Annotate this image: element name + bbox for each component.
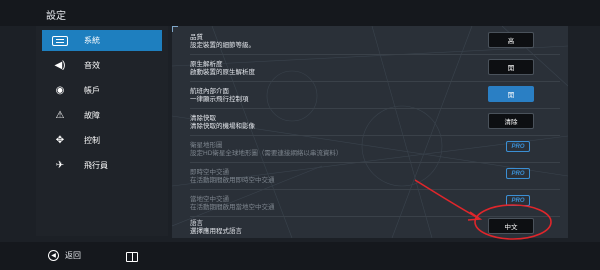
- top-bar: 設定: [0, 0, 600, 26]
- setting-description: 清除快取的機場和影像: [190, 123, 255, 130]
- setting-row-language: 語言 選擇應用程式語言 中文: [190, 215, 560, 238]
- setting-description: 在活動期間啟用當地空中交通: [190, 204, 275, 211]
- speaker-icon: ◀): [54, 60, 66, 71]
- setting-row-inflight-ui: 航班內部介面 一律顯示飛行控制項 開: [190, 83, 560, 109]
- warning-icon: ⚠: [55, 110, 65, 121]
- sidebar-item-label: 控制: [84, 136, 100, 145]
- bottom-bar: ◀ 返回: [0, 242, 600, 270]
- account-icon: ◉: [55, 85, 65, 96]
- pilot-icon: ✈: [55, 160, 65, 171]
- sidebar-item-label: 音效: [84, 61, 100, 70]
- setting-description: 在活動期間啟用即時空中交通: [190, 177, 275, 184]
- setting-row-satellite-terrain: 衛星地形圖 設定HD衛星全球地形圖（需要連接網絡以串流資料） PRO: [190, 137, 560, 163]
- pro-badge[interactable]: PRO: [506, 168, 530, 179]
- quality-button[interactable]: 高: [488, 32, 534, 48]
- language-select[interactable]: 中文: [488, 218, 534, 234]
- page-title: 設定: [46, 11, 66, 22]
- sidebar: 系統 ◀) 音效 ◉ 帳戶 ⚠ 故障 ✥ 控制 ✈ 飛行員: [36, 26, 168, 236]
- setting-row-quality: 品質 設定裝置的細節等級。 高: [190, 29, 560, 55]
- sidebar-item-label: 故障: [84, 111, 100, 120]
- sidebar-item-label: 飛行員: [84, 161, 108, 170]
- scroll-indicator: [172, 26, 178, 32]
- native-resolution-toggle[interactable]: 開: [488, 59, 534, 75]
- setting-row-clear-cache: 清除快取 清除快取的機場和影像 清除: [190, 110, 560, 136]
- back-label: 返回: [65, 251, 81, 260]
- pro-badge[interactable]: PRO: [506, 195, 530, 206]
- setting-description: 選擇應用程式語言: [190, 228, 242, 235]
- clear-cache-button[interactable]: 清除: [488, 113, 534, 129]
- setting-description: 啟動裝置的原生解析度: [190, 69, 255, 76]
- back-arrow-icon: ◀: [48, 250, 59, 261]
- back-button[interactable]: ◀ 返回: [48, 250, 81, 261]
- sidebar-item-label: 帳戶: [84, 86, 100, 95]
- sidebar-item-controls[interactable]: ✥ 控制: [42, 130, 162, 151]
- sidebar-item-system[interactable]: 系統: [42, 30, 162, 51]
- sidebar-item-failure[interactable]: ⚠ 故障: [42, 105, 162, 126]
- setting-description: 一律顯示飛行控制項: [190, 96, 249, 103]
- settings-panel[interactable]: 品質 設定裝置的細節等級。 高 原生解析度 啟動裝置的原生解析度 開 航班內部介…: [172, 26, 568, 238]
- setting-row-native-resolution: 原生解析度 啟動裝置的原生解析度 開: [190, 56, 560, 82]
- pro-badge[interactable]: PRO: [506, 141, 530, 152]
- setting-row-live-traffic: 即時空中交通 在活動期間啟用即時空中交通 PRO: [190, 164, 560, 190]
- setting-row-local-traffic: 當地空中交通 在活動期間啟用當地空中交通 PRO: [190, 191, 560, 217]
- layout-icon[interactable]: [126, 252, 138, 262]
- inflight-ui-toggle[interactable]: 開: [488, 86, 534, 102]
- setting-description: 設定裝置的細節等級。: [190, 42, 255, 49]
- sidebar-item-pilot[interactable]: ✈ 飛行員: [42, 155, 162, 176]
- sidebar-item-sound[interactable]: ◀) 音效: [42, 55, 162, 76]
- sidebar-item-account[interactable]: ◉ 帳戶: [42, 80, 162, 101]
- gamepad-icon: ✥: [55, 135, 65, 146]
- setting-description: 設定HD衛星全球地形圖（需要連接網絡以串流資料）: [190, 150, 343, 157]
- system-icon: [50, 34, 70, 48]
- sidebar-item-label: 系統: [84, 36, 100, 45]
